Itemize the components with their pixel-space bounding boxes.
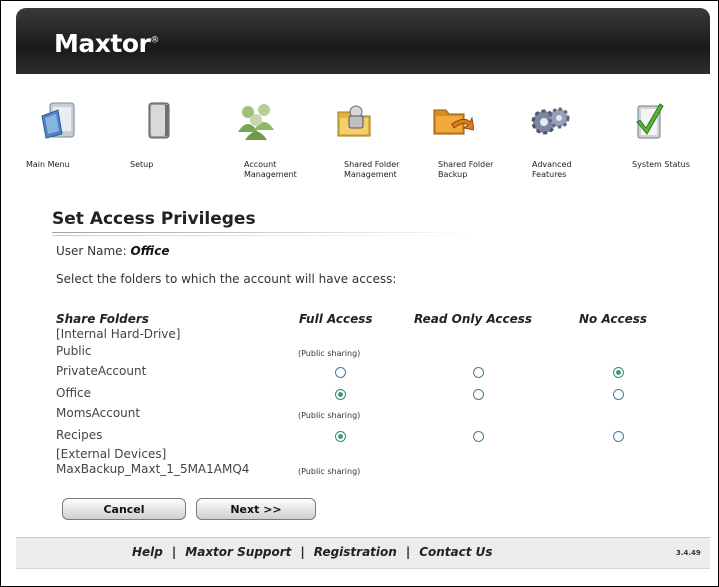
recipes-read-only-radio[interactable] [473,431,484,442]
logo-text: Maxtor [54,29,151,58]
footer-links: Help | Maxtor Support | Registration | Contact… [132,545,493,559]
folder-recipes-label: Recipes [56,428,103,442]
nav-account-management-label: Account Management [244,160,297,179]
user-name-row: User Name: Office [56,244,170,258]
internal-hard-drive-group: [Internal Hard-Drive] [56,327,181,341]
header-bar: Maxtor® [16,8,710,74]
instruction-text: Select the folders to which the account … [56,272,397,286]
full-access-header: Full Access [299,312,373,326]
shared-folder-backup-icon [433,109,475,135]
footer-separator: | [300,545,305,559]
folder-momsaccount-label: MomsAccount [56,406,141,420]
system-status-icon [636,103,664,139]
public-sharing-text: (Public sharing) [298,411,361,420]
share-folders-header: Share Folders [56,312,149,326]
public-sharing-text: (Public sharing) [298,349,361,358]
folder-privateaccount-label: PrivateAccount [56,364,147,378]
help-link[interactable]: Help [132,545,163,559]
recipes-no-access-radio[interactable] [613,431,624,442]
nav-setup[interactable]: Setup [114,76,204,169]
nav-main-menu[interactable]: Main Menu [16,76,106,169]
title-divider-shadow [52,235,472,236]
footer-separator: | [405,545,411,559]
advanced-features-icon [531,107,570,135]
user-name-value: Office [130,244,170,258]
privateaccount-read-only-radio[interactable] [473,367,484,378]
page-title: Set Access Privileges [52,209,256,229]
registration-link[interactable]: Registration [314,545,397,559]
contact-us-link[interactable]: Contact Us [419,545,492,559]
next-button[interactable]: Next >> [196,498,316,520]
nav-shared-folder-management[interactable]: Shared Folder Management [310,76,400,179]
folder-maxbackup-label: MaxBackup_Maxt_1_5MA1AMQ4 [56,462,250,476]
main-nav: Main Menu Setup Account Management Shared [16,76,710,191]
setup-icon [148,102,170,139]
privateaccount-full-access-radio[interactable] [335,367,346,378]
main-menu-icon [41,102,75,139]
title-divider [52,232,472,233]
nav-shared-folder-backup[interactable]: Shared Folder Backup [408,76,498,179]
read-only-access-header: Read Only Access [414,312,533,326]
folder-public-label: Public [56,344,92,358]
shared-folder-management-icon [337,105,371,137]
nav-system-status[interactable]: System Status [604,76,694,169]
external-devices-group: [External Devices] [56,447,167,461]
public-sharing-text: (Public sharing) [298,467,361,476]
footer-bar: Help | Maxtor Support | Registration | Contact… [16,537,710,569]
nav-shared-folder-backup-label: Shared Folder Backup [438,160,494,179]
nav-advanced-features-label: Advanced Features [532,160,572,179]
user-name-label: User Name: [56,244,127,258]
office-read-only-radio[interactable] [473,389,484,400]
office-no-access-radio[interactable] [613,389,624,400]
privateaccount-no-access-radio[interactable] [613,367,624,378]
version-text: 3.4.49 [676,549,701,557]
nav-advanced-features[interactable]: Advanced Features [506,76,596,179]
office-full-access-radio[interactable] [335,389,346,400]
nav-main-menu-label: Main Menu [26,160,70,169]
logo-registered-mark: ® [150,35,159,46]
folder-office-label: Office [56,386,92,400]
maxtor-logo: Maxtor® [54,29,159,58]
account-management-icon [238,104,274,140]
recipes-full-access-radio[interactable] [335,431,346,442]
nav-setup-label: Setup [130,160,154,169]
nav-shared-folder-management-label: Shared Folder Management [344,160,400,179]
footer-separator: | [171,545,177,559]
nav-account-management[interactable]: Account Management [212,76,302,179]
no-access-header: No Access [579,312,648,326]
cancel-button[interactable]: Cancel [62,498,186,520]
nav-system-status-label: System Status [632,160,690,169]
maxtor-support-link[interactable]: Maxtor Support [185,545,291,559]
